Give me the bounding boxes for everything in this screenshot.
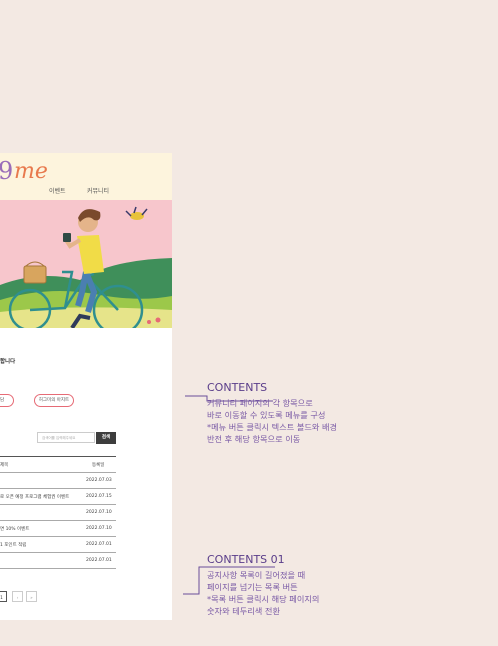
logo-digit[interactable]: 9 bbox=[0, 157, 13, 185]
annotation-line: *목록 버튼 클릭시 해당 페이지의 bbox=[207, 594, 320, 604]
row-date: 2022.07.10 bbox=[86, 526, 112, 531]
hero-illustration bbox=[0, 200, 172, 328]
annotation-title: CONTENTS bbox=[207, 381, 268, 394]
table-row[interactable]: 로 오픈 예정 프로그램 체험권 이벤트 2022.07.15 bbox=[0, 489, 116, 505]
table-row[interactable]: 면 10% 이벤트 2022.07.10 bbox=[0, 521, 116, 537]
page-preview-card: 9 me 이벤트 커뮤니티 합니다 담 허그미의 아지트 검색어를 입력해주세요… bbox=[0, 153, 172, 620]
annotation-line: 반전 후 해당 항목으로 이동 bbox=[207, 434, 301, 444]
row-date: 2022.07.10 bbox=[86, 510, 112, 515]
tag-hugme-hideout[interactable]: 허그미의 아지트 bbox=[34, 394, 74, 407]
table-row[interactable]: 2022.07.01 bbox=[0, 553, 116, 569]
annotation-line: 숫자와 테두리색 전환 bbox=[207, 606, 280, 616]
annotation-line: 커뮤니티 페이지의 각 항목으로 bbox=[207, 398, 313, 408]
notice-heading: 합니다 bbox=[0, 359, 16, 365]
table-header: 제목 등록일 bbox=[0, 456, 116, 473]
annotation-contents: CONTENTS 커뮤니티 페이지의 각 항목으로 바로 이동할 수 있도록 메… bbox=[207, 381, 337, 445]
table-row[interactable]: 2022.07.10 bbox=[0, 505, 116, 521]
annotation-line: 바로 이동할 수 있도록 메뉴를 구성 bbox=[207, 410, 326, 420]
logo-text[interactable]: me bbox=[14, 159, 48, 184]
annotation-line: *메뉴 버튼 클릭시 텍스트 볼드와 배경 bbox=[207, 422, 338, 432]
annotation-line: 페이지를 넘기는 목록 버튼 bbox=[207, 582, 298, 592]
header-date: 등록일 bbox=[92, 463, 105, 468]
notice-table: 제목 등록일 2022.07.03 로 오픈 예정 프로그램 체험권 이벤트 2… bbox=[0, 456, 116, 569]
header-title: 제목 bbox=[0, 463, 9, 468]
search-button[interactable]: 검색 bbox=[96, 432, 116, 444]
annotation-title: CONTENTS 01 bbox=[207, 553, 285, 566]
row-date: 2022.07.15 bbox=[86, 494, 112, 499]
annotation-body: 공지사항 목록이 길어졌을 때 페이지를 넘기는 목록 버튼 *목록 버튼 클릭… bbox=[207, 569, 319, 617]
annotation-contents-01: CONTENTS 01 공지사항 목록이 길어졌을 때 페이지를 넘기는 목록 … bbox=[207, 553, 319, 617]
row-date: 2022.07.03 bbox=[86, 478, 112, 483]
annotation-line: 공지사항 목록이 길어졌을 때 bbox=[207, 570, 306, 580]
annotation-body: 커뮤니티 페이지의 각 항목으로 바로 이동할 수 있도록 메뉴를 구성 *메뉴… bbox=[207, 397, 337, 445]
row-title[interactable]: 1 포인트 적립 bbox=[0, 542, 26, 548]
row-title[interactable]: 면 10% 이벤트 bbox=[0, 526, 29, 532]
tag-consult[interactable]: 상담 bbox=[0, 394, 14, 407]
row-date: 2022.07.01 bbox=[86, 558, 112, 563]
row-title[interactable]: 로 오픈 예정 프로그램 체험권 이벤트 bbox=[0, 494, 69, 500]
search-input[interactable]: 검색어를 입력해주세요 bbox=[37, 432, 95, 443]
site-header: 9 me 이벤트 커뮤니티 bbox=[0, 153, 172, 200]
table-row[interactable]: 2022.07.03 bbox=[0, 473, 116, 489]
nav-item-event[interactable]: 이벤트 bbox=[49, 186, 66, 195]
page-last-button[interactable]: » bbox=[26, 591, 37, 602]
page-next-button[interactable]: › bbox=[12, 591, 23, 602]
table-row[interactable]: 1 포인트 적립 2022.07.01 bbox=[0, 537, 116, 553]
cyclist-illustration bbox=[0, 200, 172, 328]
nav-item-community[interactable]: 커뮤니티 bbox=[87, 186, 109, 195]
page-button-current[interactable]: 1 bbox=[0, 591, 7, 602]
row-date: 2022.07.01 bbox=[86, 542, 112, 547]
